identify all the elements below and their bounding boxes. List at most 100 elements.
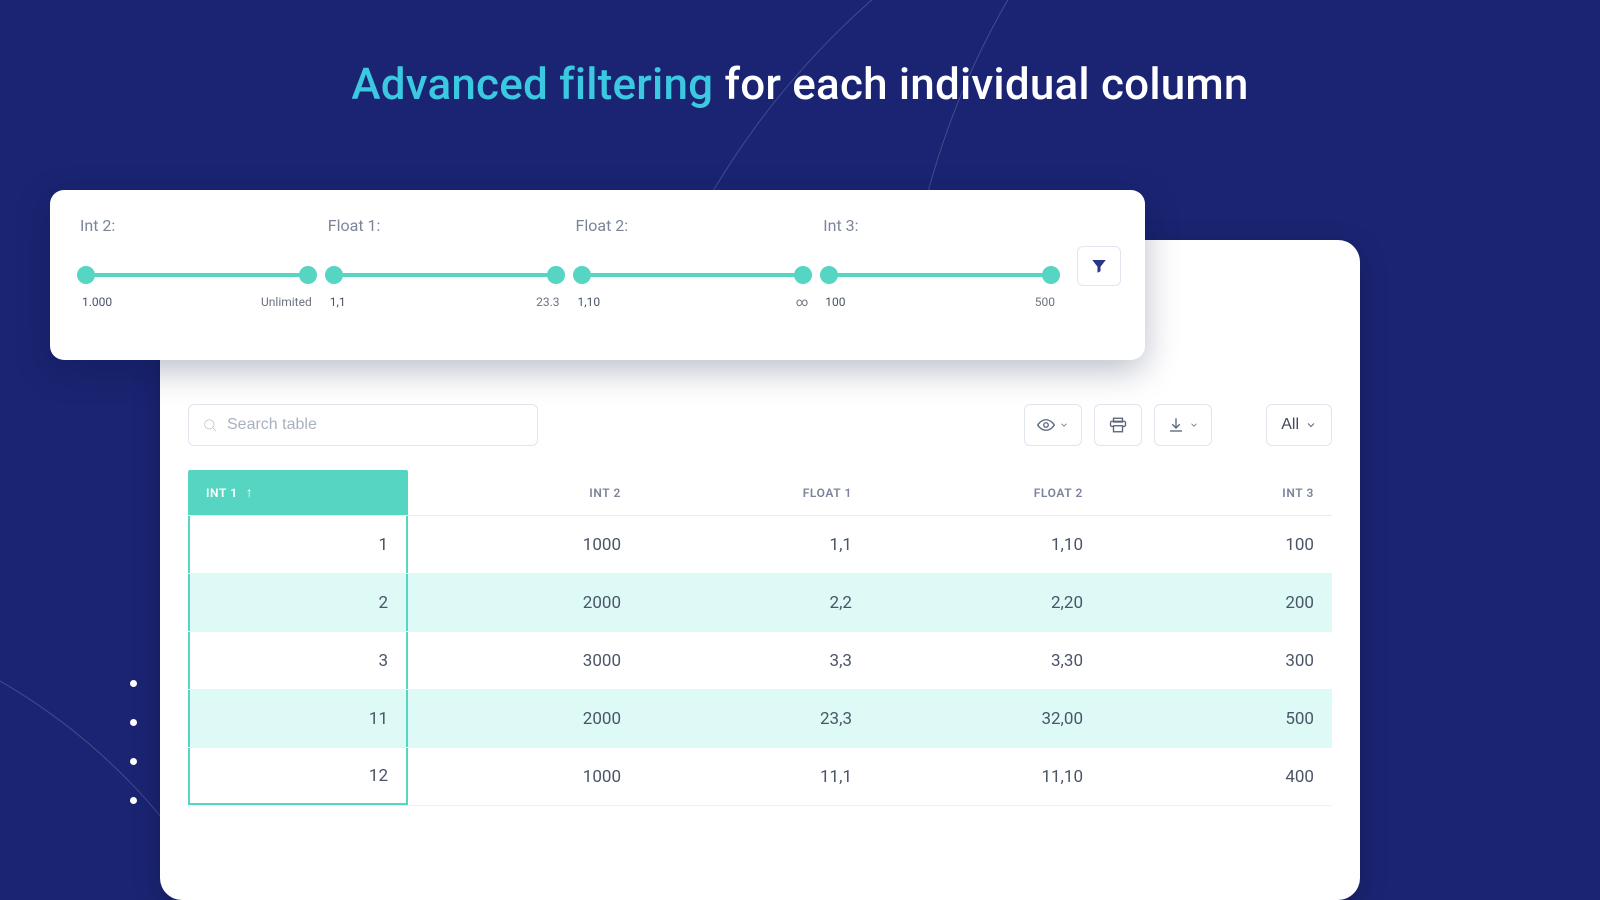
table-cell: 11,10 bbox=[870, 748, 1101, 805]
table-cell: 300 bbox=[1101, 632, 1332, 689]
range-slider[interactable] bbox=[334, 265, 556, 285]
filter-label: Float 2: bbox=[576, 216, 810, 235]
range-min: 1,1 bbox=[330, 295, 346, 309]
range-max: 23.3 bbox=[536, 295, 559, 309]
range-max: 500 bbox=[1035, 295, 1055, 309]
page-title-rest: for each individual column bbox=[713, 58, 1248, 110]
column-header-label: INT 3 bbox=[1282, 486, 1314, 500]
column-header-label: FLOAT 2 bbox=[1034, 486, 1083, 500]
table-cell: 3 bbox=[188, 632, 408, 689]
table-cell: 11,1 bbox=[639, 748, 870, 805]
table-row[interactable]: 330003,33,30300 bbox=[188, 632, 1332, 690]
table-cell: 1,10 bbox=[870, 516, 1101, 573]
search-input[interactable] bbox=[188, 404, 538, 446]
table-cell: 1,1 bbox=[639, 516, 870, 573]
column-header-label: FLOAT 1 bbox=[803, 486, 852, 500]
slider-handle-max[interactable] bbox=[1042, 266, 1060, 284]
slider-track bbox=[86, 273, 308, 277]
range-slider[interactable] bbox=[582, 265, 804, 285]
table-row[interactable]: 12100011,111,10400 bbox=[188, 748, 1332, 806]
range-values: 1.000 Unlimited bbox=[80, 295, 314, 309]
filter-label: Float 1: bbox=[328, 216, 562, 235]
download-icon bbox=[1167, 416, 1185, 434]
chevron-down-icon bbox=[1305, 419, 1317, 431]
search-wrap bbox=[188, 404, 538, 446]
column-header-int2[interactable]: INT 2 bbox=[408, 470, 639, 515]
printer-icon bbox=[1109, 416, 1127, 434]
slider-track bbox=[829, 273, 1051, 277]
page-title-accent: Advanced filtering bbox=[351, 58, 713, 110]
table-body: 110001,11,10100220002,22,20200330003,33,… bbox=[188, 516, 1332, 806]
filters-panel: Int 2: 1.000 Unlimited Float 1: 1,1 23.3… bbox=[50, 190, 1145, 360]
table-cell: 12 bbox=[188, 748, 408, 805]
filter-column: Int 3: 100 500 bbox=[823, 216, 1057, 340]
slider-handle-max[interactable] bbox=[547, 266, 565, 284]
column-header-float2[interactable]: FLOAT 2 bbox=[870, 470, 1101, 515]
slider-track bbox=[582, 273, 804, 277]
table-cell: 1 bbox=[188, 516, 408, 573]
range-min: 100 bbox=[825, 295, 845, 309]
table-cell: 23,3 bbox=[639, 690, 870, 747]
sort-asc-icon: ↑ bbox=[246, 484, 254, 501]
table-header-row: INT 1 ↑ INT 2 FLOAT 1 FLOAT 2 INT 3 bbox=[188, 470, 1332, 516]
table-cell: 32,00 bbox=[870, 690, 1101, 747]
slider-handle-min[interactable] bbox=[573, 266, 591, 284]
columns-visibility-button[interactable] bbox=[1024, 404, 1082, 446]
range-values: 100 500 bbox=[823, 295, 1057, 309]
filter-column: Float 1: 1,1 23.3 bbox=[328, 216, 562, 340]
filter-label: Int 3: bbox=[823, 216, 1057, 235]
page-title: Advanced filtering for each individual c… bbox=[0, 58, 1600, 110]
carousel-bullets bbox=[130, 680, 137, 804]
table-cell: 100 bbox=[1101, 516, 1332, 573]
range-slider[interactable] bbox=[86, 265, 308, 285]
clear-filters-button[interactable] bbox=[1077, 246, 1121, 286]
print-button[interactable] bbox=[1094, 404, 1142, 446]
slider-handle-min[interactable] bbox=[77, 266, 95, 284]
table-cell: 2,20 bbox=[870, 574, 1101, 631]
table-row[interactable]: 220002,22,20200 bbox=[188, 574, 1332, 632]
chevron-down-icon bbox=[1189, 420, 1199, 430]
slider-handle-max[interactable] bbox=[794, 266, 812, 284]
filter-label: Int 2: bbox=[80, 216, 314, 235]
rows-per-page-label: All bbox=[1281, 416, 1299, 434]
range-min: 1.000 bbox=[82, 295, 112, 309]
table-row[interactable]: 110001,11,10100 bbox=[188, 516, 1332, 574]
table-cell: 3,30 bbox=[870, 632, 1101, 689]
table-cell: 200 bbox=[1101, 574, 1332, 631]
table-cell: 1000 bbox=[408, 516, 639, 573]
filter-actions bbox=[1071, 216, 1121, 340]
column-header-int3[interactable]: INT 3 bbox=[1101, 470, 1332, 515]
range-slider[interactable] bbox=[829, 265, 1051, 285]
search-icon bbox=[202, 417, 218, 433]
table-cell: 3000 bbox=[408, 632, 639, 689]
table-row[interactable]: 11200023,332,00500 bbox=[188, 690, 1332, 748]
table-cell: 500 bbox=[1101, 690, 1332, 747]
column-header-int1[interactable]: INT 1 ↑ bbox=[188, 470, 408, 515]
slider-handle-max[interactable] bbox=[299, 266, 317, 284]
table-cell: 11 bbox=[188, 690, 408, 747]
table-cell: 2000 bbox=[408, 690, 639, 747]
column-header-label: INT 1 bbox=[206, 486, 238, 500]
slider-handle-min[interactable] bbox=[325, 266, 343, 284]
chevron-down-icon bbox=[1059, 420, 1069, 430]
column-header-float1[interactable]: FLOAT 1 bbox=[639, 470, 870, 515]
table-cell: 2,2 bbox=[639, 574, 870, 631]
range-values: 1,1 23.3 bbox=[328, 295, 562, 309]
range-max: Unlimited bbox=[261, 295, 312, 309]
range-values: 1,10 ∞ bbox=[576, 295, 810, 309]
filter-column: Int 2: 1.000 Unlimited bbox=[80, 216, 314, 340]
filter-column: Float 2: 1,10 ∞ bbox=[576, 216, 810, 340]
filter-icon bbox=[1090, 257, 1108, 275]
slider-track bbox=[334, 273, 556, 277]
table-toolbar: All bbox=[160, 398, 1360, 452]
download-button[interactable] bbox=[1154, 404, 1212, 446]
rows-per-page-select[interactable]: All bbox=[1266, 404, 1332, 446]
data-table: INT 1 ↑ INT 2 FLOAT 1 FLOAT 2 INT 3 1100… bbox=[188, 470, 1332, 806]
table-cell: 3,3 bbox=[639, 632, 870, 689]
table-cell: 1000 bbox=[408, 748, 639, 805]
slider-handle-min[interactable] bbox=[820, 266, 838, 284]
eye-icon bbox=[1037, 416, 1055, 434]
range-min: 1,10 bbox=[578, 295, 601, 309]
range-max: ∞ bbox=[796, 295, 807, 309]
table-cell: 2000 bbox=[408, 574, 639, 631]
